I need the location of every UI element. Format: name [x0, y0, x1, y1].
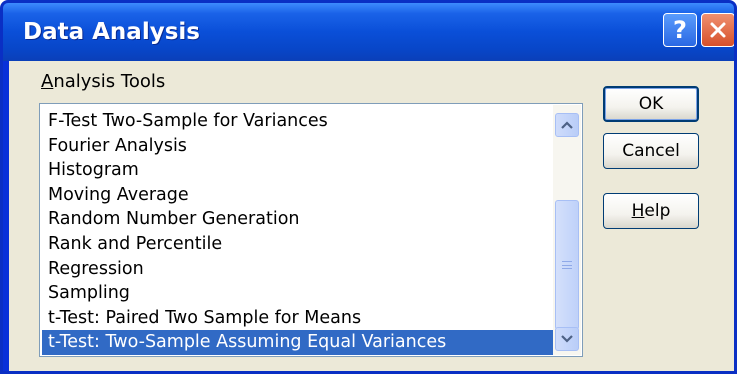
help-label-text: elp — [644, 201, 671, 221]
scroll-down-button[interactable] — [555, 327, 579, 351]
data-analysis-dialog: Data Analysis ? Analysis Tools F-Test Tw… — [0, 0, 737, 374]
grip-icon — [562, 261, 572, 269]
list-item[interactable]: t-Test: Two-Sample Assuming Equal Varian… — [42, 330, 554, 355]
list-items-container: F-Test Two-Sample for Variances Fourier A… — [42, 109, 554, 355]
help-button[interactable]: Help — [603, 193, 699, 229]
dialog-title: Data Analysis — [23, 19, 200, 45]
ok-label: OK — [638, 94, 664, 114]
list-item[interactable]: F-Test Two-Sample for Variances — [42, 109, 554, 134]
list-item[interactable]: Moving Average — [42, 183, 554, 208]
help-label-mnemonic: H — [631, 201, 645, 221]
analysis-tools-list[interactable]: F-Test Two-Sample for Variances Fourier A… — [39, 103, 583, 357]
close-icon — [710, 22, 726, 38]
analysis-tools-label-text: nalysis Tools — [53, 71, 166, 92]
analysis-tools-label-mnemonic: A — [41, 71, 54, 92]
close-button[interactable] — [701, 13, 734, 47]
cancel-label: Cancel — [622, 141, 680, 161]
title-bar[interactable]: Data Analysis ? — [3, 3, 734, 61]
list-item[interactable]: t-Test: Paired Two Sample for Means — [42, 306, 554, 331]
list-item[interactable]: Regression — [42, 257, 554, 282]
chevron-down-icon — [561, 335, 573, 343]
help-title-button[interactable]: ? — [663, 13, 697, 47]
help-label: Help — [632, 201, 671, 221]
list-item[interactable]: Rank and Percentile — [42, 232, 554, 257]
chevron-up-icon — [561, 121, 573, 129]
list-item[interactable]: Random Number Generation — [42, 207, 554, 232]
list-item[interactable]: Fourier Analysis — [42, 134, 554, 159]
question-icon: ? — [673, 16, 687, 44]
list-item[interactable]: Histogram — [42, 158, 554, 183]
cancel-button[interactable]: Cancel — [603, 133, 699, 169]
dialog-body: Analysis Tools F-Test Two-Sample for Var… — [9, 61, 734, 371]
ok-button[interactable]: OK — [603, 86, 699, 122]
scroll-thumb[interactable] — [555, 200, 579, 330]
vertical-scrollbar[interactable] — [553, 105, 581, 355]
analysis-tools-label: Analysis Tools — [41, 71, 165, 92]
list-item[interactable]: Sampling — [42, 281, 554, 306]
scroll-up-button[interactable] — [555, 113, 579, 137]
